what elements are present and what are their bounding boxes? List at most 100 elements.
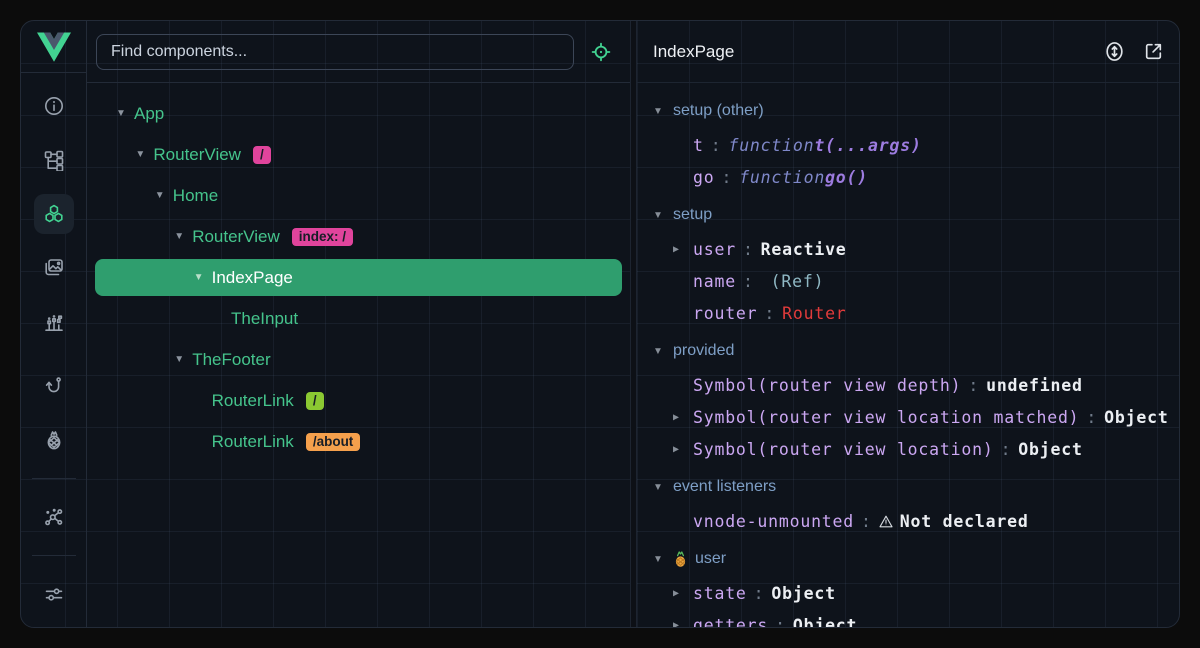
settings-icon xyxy=(43,583,65,605)
row-expand-icon[interactable]: ▶ xyxy=(673,588,693,599)
state-value: Router xyxy=(782,304,846,323)
expand-arrow-icon: ▼ xyxy=(653,346,673,357)
section-user[interactable]: ▼user xyxy=(637,541,1179,577)
select-component-button[interactable] xyxy=(590,41,612,63)
inspector-state: ▼setup (other)t:function t(...args)go:fu… xyxy=(637,83,1179,627)
scroll-to-component-button[interactable] xyxy=(1103,40,1126,63)
colon: : xyxy=(1086,408,1097,427)
colon: : xyxy=(711,136,722,155)
state-row-go: go: function go() xyxy=(637,161,1179,193)
tree-item-label: IndexPage xyxy=(212,268,293,288)
state-value: Object xyxy=(1104,408,1168,427)
section-event-listeners[interactable]: ▼event listeners xyxy=(637,469,1179,505)
sidebar-item-component-tree[interactable] xyxy=(34,140,74,180)
expand-arrow-icon[interactable]: ▼ xyxy=(116,108,134,119)
sidebar-item-assets[interactable] xyxy=(34,248,74,288)
function-signature: t(...args) xyxy=(814,136,921,155)
tree-item-theinput[interactable]: TheInput xyxy=(87,298,630,339)
row-expand-icon[interactable]: ▶ xyxy=(673,620,693,628)
colon: : xyxy=(721,168,732,187)
tree-item-routerlink[interactable]: RouterLink/ xyxy=(87,380,630,421)
tree-item-label: TheFooter xyxy=(192,350,270,370)
tree-item-thefooter[interactable]: ▼TheFooter xyxy=(87,339,630,380)
section-label: setup xyxy=(673,206,712,224)
tree-item-routerlink[interactable]: RouterLink/about xyxy=(87,421,630,462)
search-input[interactable] xyxy=(96,34,574,70)
state-key: getters xyxy=(693,616,768,628)
tree-item-home[interactable]: ▼Home xyxy=(87,175,630,216)
pinia-icon xyxy=(43,429,65,451)
expand-arrow-icon[interactable]: ▼ xyxy=(174,354,192,365)
tree-item-label: RouterLink xyxy=(212,432,294,452)
section-label: event listeners xyxy=(673,478,776,496)
state-row-state[interactable]: ▶state:Object xyxy=(637,577,1179,609)
colon: : xyxy=(1001,440,1012,459)
section-label: setup (other) xyxy=(673,102,764,120)
component-tree: ▼App▼RouterView/▼Home▼RouterViewindex: /… xyxy=(87,83,630,627)
expand-arrow-icon: ▼ xyxy=(653,554,673,565)
sidebar-item-settings[interactable] xyxy=(34,574,74,614)
row-expand-icon[interactable]: ▶ xyxy=(673,444,693,455)
sidebar-item-components[interactable] xyxy=(34,194,74,234)
rail-bottom-group xyxy=(32,551,76,614)
panel-splitter[interactable] xyxy=(630,21,637,627)
colon: : xyxy=(743,240,754,259)
expand-arrow-icon[interactable]: ▼ xyxy=(155,190,173,201)
function-signature: go() xyxy=(825,168,868,187)
state-key: t xyxy=(693,136,704,155)
sidebar-icon-list xyxy=(21,73,86,627)
devtools-window: ▼App▼RouterView/▼Home▼RouterViewindex: /… xyxy=(20,20,1180,628)
state-key: Symbol(router view depth) xyxy=(693,376,961,395)
components-toolbar xyxy=(87,21,630,83)
state-key: Symbol(router view location matched) xyxy=(693,408,1079,427)
tree-item-label: RouterView xyxy=(153,145,241,165)
state-row-vnode-unmounted: vnode-unmounted:Not declared xyxy=(637,505,1179,537)
tree-item-routerview[interactable]: ▼RouterView/ xyxy=(87,134,630,175)
state-row-user[interactable]: ▶user: Reactive xyxy=(637,233,1179,265)
row-expand-icon[interactable]: ▶ xyxy=(673,412,693,423)
target-icon xyxy=(590,41,612,63)
sidebar-item-pinia[interactable] xyxy=(34,420,74,460)
section-provided[interactable]: ▼provided xyxy=(637,333,1179,369)
vue-logo[interactable] xyxy=(21,21,86,73)
state-row-getters[interactable]: ▶getters:Object xyxy=(637,609,1179,627)
state-row-symbol-router-view-location-matched-[interactable]: ▶Symbol(router view location matched): Ob… xyxy=(637,401,1179,433)
state-key: Symbol(router view location) xyxy=(693,440,994,459)
inspector-title: IndexPage xyxy=(653,42,1087,62)
sidebar-rail xyxy=(21,21,87,627)
section-setup-other-[interactable]: ▼setup (other) xyxy=(637,93,1179,129)
sidebar-item-timeline[interactable] xyxy=(34,302,74,342)
sidebar-item-router[interactable] xyxy=(34,366,74,406)
tree-item-app[interactable]: ▼App xyxy=(87,93,630,134)
scroll-to-component-icon xyxy=(1103,40,1126,63)
vue-logo-icon xyxy=(37,32,71,62)
state-key: router xyxy=(693,304,757,323)
graph-icon xyxy=(43,506,65,528)
colon: : xyxy=(754,584,765,603)
sidebar-item-graph[interactable] xyxy=(34,497,74,537)
tree-item-label: TheInput xyxy=(231,309,298,329)
tree-item-routerview[interactable]: ▼RouterViewindex: / xyxy=(87,216,630,257)
router-icon xyxy=(43,375,65,397)
colon: : xyxy=(764,304,775,323)
state-key: go xyxy=(693,168,714,187)
state-row-t: t:function t(...args) xyxy=(637,129,1179,161)
state-key: user xyxy=(693,240,736,259)
component-tree-icon xyxy=(43,149,65,171)
expand-arrow-icon[interactable]: ▼ xyxy=(135,149,153,160)
state-value: Reactive xyxy=(761,240,847,259)
expand-arrow-icon[interactable]: ▼ xyxy=(174,231,192,242)
row-expand-icon[interactable]: ▶ xyxy=(673,244,693,255)
route-badge: index: / xyxy=(292,228,353,246)
state-value: undefined xyxy=(986,376,1083,395)
tree-item-indexpage[interactable]: ▼IndexPage xyxy=(95,259,622,296)
colon: : xyxy=(861,512,872,531)
info-icon xyxy=(43,95,65,117)
state-row-symbol-router-view-location-[interactable]: ▶Symbol(router view location):Object xyxy=(637,433,1179,465)
sidebar-item-info[interactable] xyxy=(34,86,74,126)
function-keyword: function xyxy=(739,168,825,187)
open-in-editor-button[interactable] xyxy=(1142,40,1165,63)
expand-arrow-icon[interactable]: ▼ xyxy=(194,272,212,283)
state-row-name: name:(Ref) xyxy=(637,265,1179,297)
section-setup[interactable]: ▼setup xyxy=(637,197,1179,233)
